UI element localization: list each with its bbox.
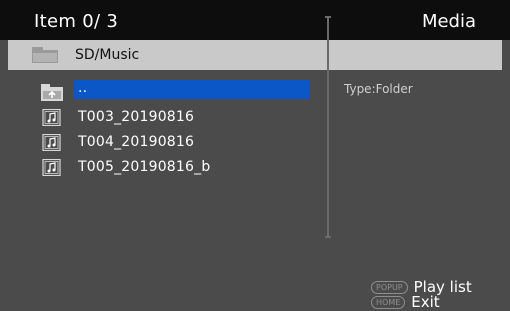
list-item-label: ..: [74, 80, 310, 99]
hint-action-label: Exit: [411, 293, 440, 311]
parent-folder-icon: [41, 84, 63, 101]
hint-exit: HOME Exit: [371, 293, 440, 311]
music-file-icon: [42, 109, 61, 126]
screen-title: Media: [421, 11, 476, 32]
music-file-icon: [42, 159, 61, 176]
item-counter: Item 0/ 3: [34, 11, 119, 32]
list-item[interactable]: T005_20190816_b: [38, 155, 320, 180]
folder-icon: [32, 47, 58, 63]
list-item-parent-folder[interactable]: ..: [38, 80, 320, 105]
list-item-label: T005_20190816_b: [78, 159, 211, 175]
path-bar: SD/Music: [8, 40, 502, 70]
top-bar: Item 0/ 3 Media: [0, 0, 510, 40]
scrollbar[interactable]: [325, 16, 331, 238]
browser-panel: .. T003_20190816 T004_20190816 T005_2019…: [8, 70, 502, 307]
home-key-badge: HOME: [371, 296, 406, 309]
list-item[interactable]: T004_20190816: [38, 130, 320, 155]
list-item-label: T004_20190816: [78, 134, 195, 150]
list-item-label: T003_20190816: [78, 109, 195, 125]
item-type-info: Type:Folder: [344, 82, 413, 96]
file-list: .. T003_20190816 T004_20190816 T005_2019…: [38, 80, 320, 180]
music-file-icon: [42, 134, 61, 151]
current-path: SD/Music: [75, 47, 140, 63]
list-item[interactable]: T003_20190816: [38, 105, 320, 130]
